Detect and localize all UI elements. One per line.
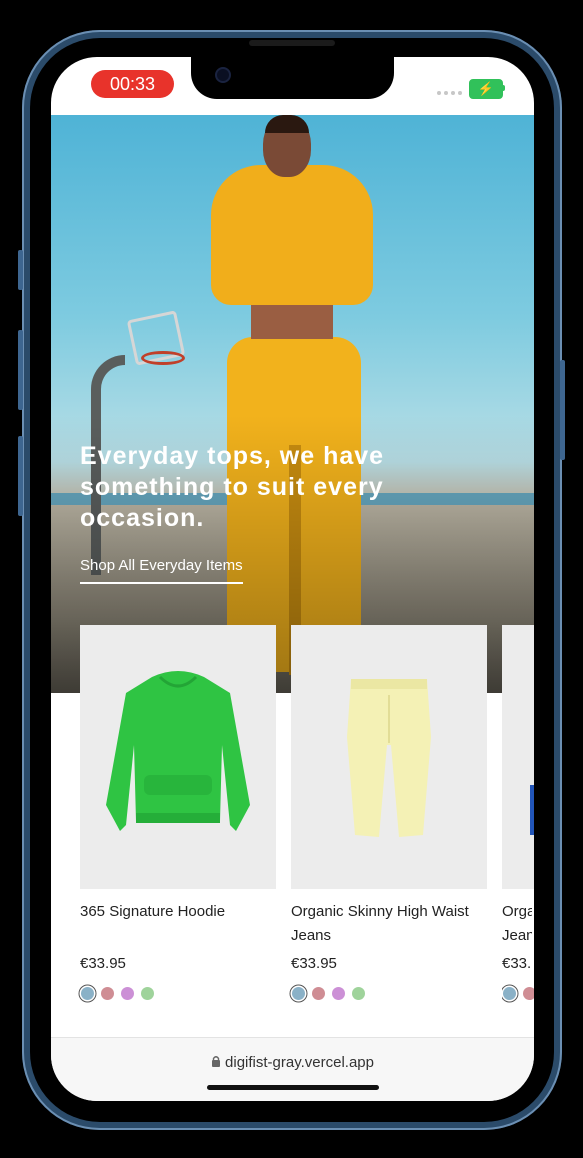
product-price: €33.95 <box>80 955 126 972</box>
battery-charging-icon: ⚡ <box>469 79 503 99</box>
volume-down-button <box>18 330 23 410</box>
product-name[interactable]: 365 Signature Hoodie <box>80 900 276 924</box>
lock-icon <box>212 1056 221 1067</box>
green-hoodie-icon <box>106 671 250 831</box>
mute-button <box>18 436 23 516</box>
battery-tip <box>502 85 505 91</box>
camera-icon <box>215 67 231 83</box>
color-swatches <box>81 987 154 1000</box>
hero-banner <box>51 115 534 693</box>
color-swatches <box>503 987 534 1000</box>
home-indicator[interactable] <box>207 1085 379 1090</box>
swatch-lilac[interactable] <box>121 987 134 1000</box>
swatch-blue[interactable] <box>292 987 305 1000</box>
speaker-grille <box>249 40 335 46</box>
yellow-pants-icon <box>347 679 431 837</box>
product-carousel[interactable]: 365 Signature Hoodie €33.95 Organic Skin… <box>80 625 534 1025</box>
model-hair <box>265 115 309 133</box>
product-name[interactable]: Orga Jean <box>502 900 532 948</box>
volume-up-button <box>18 250 23 290</box>
product-price: €33.95 <box>291 955 337 972</box>
product-image[interactable] <box>502 625 534 889</box>
phone-screen: 00:33 ⚡ Everyday tops, we have something… <box>51 57 534 1101</box>
swatch-blue[interactable] <box>503 987 516 1000</box>
blue-item-icon <box>530 785 534 835</box>
signal-dots-icon <box>437 91 462 95</box>
product-price: €33. <box>502 955 532 972</box>
model-hoodie <box>211 165 373 305</box>
color-swatches <box>292 987 365 1000</box>
model-midriff <box>251 301 333 339</box>
swatch-green[interactable] <box>352 987 365 1000</box>
swatch-rose[interactable] <box>523 987 534 1000</box>
charging-bolt-icon: ⚡ <box>477 81 495 96</box>
shop-all-link[interactable]: Shop All Everyday Items <box>80 557 243 584</box>
recording-time: 00:33 <box>109 73 156 94</box>
swatch-rose[interactable] <box>101 987 114 1000</box>
swatch-blue[interactable] <box>81 987 94 1000</box>
swatch-green[interactable] <box>141 987 154 1000</box>
product-image[interactable] <box>291 625 487 889</box>
hero-headline: Everyday tops, we have something to suit… <box>80 442 385 532</box>
screen-recording-indicator[interactable]: 00:33 <box>91 70 174 98</box>
product-name[interactable]: Organic Skinny High Waist Jeans <box>291 900 487 948</box>
swatch-lilac[interactable] <box>332 987 345 1000</box>
product-card[interactable]: Orga Jean €33. <box>502 625 534 1025</box>
product-image[interactable] <box>80 625 276 889</box>
url-display[interactable]: digifist-gray.vercel.app <box>51 1054 534 1071</box>
url-text: digifist-gray.vercel.app <box>225 1054 374 1071</box>
basketball-hoop-icon <box>141 351 185 365</box>
side-button <box>560 360 565 460</box>
swatch-rose[interactable] <box>312 987 325 1000</box>
browser-url-bar[interactable]: digifist-gray.vercel.app <box>51 1037 534 1101</box>
